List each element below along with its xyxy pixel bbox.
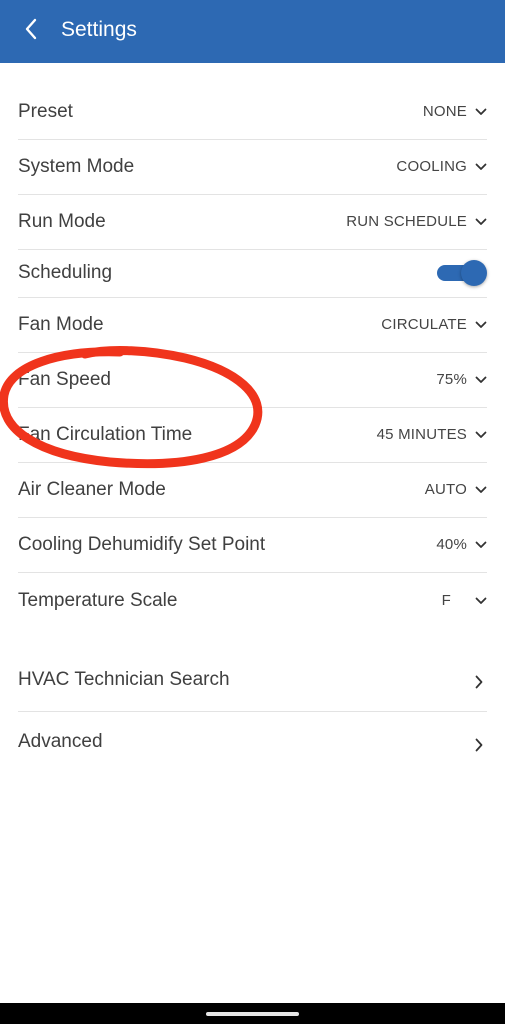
- setting-value: 45 MINUTES: [376, 426, 467, 443]
- chevron-down-icon: [475, 597, 487, 605]
- link-row-hvac-technician-search[interactable]: HVAC Technician Search: [18, 653, 487, 712]
- chevron-down-icon: [475, 431, 487, 439]
- setting-value: 75%: [436, 371, 467, 388]
- setting-value: NONE: [422, 103, 467, 120]
- back-arrow-icon: [24, 18, 38, 45]
- setting-value: RUN SCHEDULE: [346, 213, 467, 230]
- setting-label: Fan Circulation Time: [18, 424, 193, 445]
- setting-value: CIRCULATE: [381, 316, 467, 333]
- setting-value: COOLING: [396, 158, 467, 175]
- link-row-advanced[interactable]: Advanced: [18, 711, 487, 773]
- setting-label: Temperature Scale: [18, 590, 178, 611]
- chevron-down-icon: [475, 376, 487, 384]
- setting-row-air-cleaner-mode[interactable]: Air Cleaner Mode AUTO: [18, 462, 487, 518]
- chevron-down-icon: [475, 163, 487, 171]
- setting-label: Air Cleaner Mode: [18, 479, 166, 500]
- link-label: Advanced: [18, 731, 103, 752]
- setting-value: 40%: [436, 536, 467, 553]
- setting-label: Fan Mode: [18, 314, 104, 335]
- home-gesture-handle[interactable]: [206, 1012, 299, 1016]
- setting-row-fan-speed[interactable]: Fan Speed 75%: [18, 352, 487, 408]
- setting-row-temperature-scale[interactable]: Temperature Scale F: [18, 572, 487, 627]
- setting-row-preset[interactable]: Preset NONE: [18, 84, 487, 140]
- setting-row-system-mode[interactable]: System Mode COOLING: [18, 139, 487, 195]
- setting-label: System Mode: [18, 156, 135, 177]
- page-title: Settings: [61, 18, 137, 41]
- system-nav-bar: [0, 1003, 505, 1024]
- chevron-right-icon: [475, 738, 483, 752]
- setting-row-cooling-dehumidify-set-point[interactable]: Cooling Dehumidify Set Point 40%: [18, 517, 487, 573]
- setting-value: F: [441, 592, 451, 609]
- chevron-right-icon: [475, 675, 483, 689]
- chevron-down-icon: [475, 108, 487, 116]
- link-label: HVAC Technician Search: [18, 669, 230, 690]
- setting-row-scheduling: Scheduling: [18, 249, 487, 298]
- setting-label: Preset: [18, 101, 73, 122]
- setting-label: Scheduling: [18, 262, 113, 283]
- setting-value: AUTO: [424, 481, 467, 498]
- chevron-down-icon: [475, 486, 487, 494]
- scheduling-toggle[interactable]: [435, 259, 487, 287]
- setting-row-fan-circulation-time[interactable]: Fan Circulation Time 45 MINUTES: [18, 407, 487, 463]
- setting-label: Fan Speed: [18, 369, 111, 390]
- setting-row-run-mode[interactable]: Run Mode RUN SCHEDULE: [18, 194, 487, 250]
- setting-row-fan-mode[interactable]: Fan Mode CIRCULATE: [18, 297, 487, 353]
- back-button[interactable]: [14, 16, 48, 46]
- chevron-down-icon: [475, 541, 487, 549]
- setting-label: Run Mode: [18, 211, 106, 232]
- chevron-down-icon: [475, 321, 487, 329]
- toggle-thumb: [461, 260, 487, 286]
- chevron-down-icon: [475, 218, 487, 226]
- app-bar: Settings: [0, 0, 505, 63]
- setting-label: Cooling Dehumidify Set Point: [18, 534, 266, 555]
